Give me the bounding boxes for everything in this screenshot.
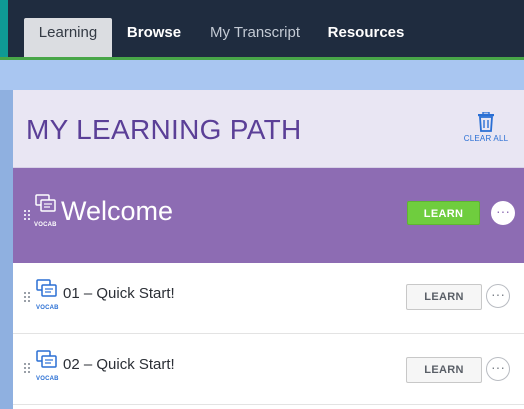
course-type-label: VOCAB [34,222,57,228]
tab-my-transcript[interactable]: My Transcript [197,18,313,57]
panel-header: MY LEARNING PATH CLEAR ALL [13,90,524,168]
tab-learning[interactable]: Learning [24,18,112,57]
drag-handle-icon[interactable] [24,210,30,220]
drag-handle-icon[interactable] [24,292,30,302]
learn-button[interactable]: LEARN [406,357,482,383]
path-item-welcome: VOCAB Welcome LEARN ··· [13,168,524,263]
vocab-course-icon [35,194,57,219]
path-item-title: 02 – Quick Start! [63,356,175,373]
page-title: MY LEARNING PATH [26,114,302,145]
tab-resources[interactable]: Resources [321,18,411,57]
vocab-course-icon [36,279,58,304]
more-options-button[interactable]: ··· [486,284,510,308]
path-item-title: Welcome [61,196,174,226]
course-type-label: VOCAB [36,376,59,382]
learning-path-panel: MY LEARNING PATH CLEAR ALL VOCAB Welcome… [13,90,524,409]
clear-all-label: CLEAR ALL [463,134,509,143]
more-options-button[interactable]: ··· [486,357,510,381]
tab-browse[interactable]: Browse [121,18,187,57]
top-nav: Learning Browse My Transcript Resources [0,0,524,57]
path-item-quick-start-01: VOCAB 01 – Quick Start! LEARN ··· [13,263,524,334]
course-type-label: VOCAB [36,305,59,311]
trash-icon [458,112,514,132]
path-item-quick-start-02: VOCAB 02 – Quick Start! LEARN ··· [13,334,524,405]
drag-handle-icon[interactable] [24,363,30,373]
learn-button[interactable]: LEARN [407,201,480,225]
learn-button[interactable]: LEARN [406,284,482,310]
path-item-title: 01 – Quick Start! [63,285,175,302]
clear-all-button[interactable]: CLEAR ALL [458,112,514,143]
sub-bar [0,60,524,90]
more-options-button[interactable]: ··· [491,201,515,225]
nav-accent-bar [0,0,8,57]
vocab-course-icon [36,350,58,375]
